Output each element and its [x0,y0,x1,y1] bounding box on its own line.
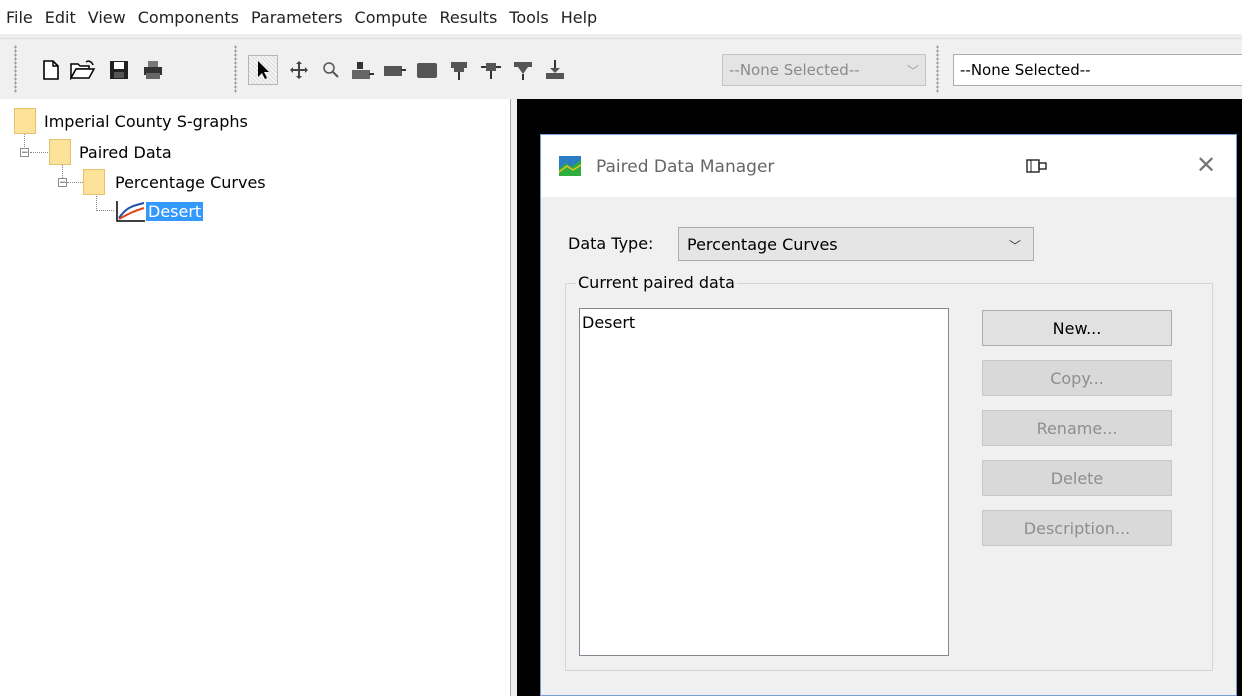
menu-tools[interactable]: Tools [503,8,554,27]
toolbar: --None Selected-- ﹀ --None Selected-- [0,38,1242,99]
reach-icon [384,66,406,76]
print-button[interactable] [138,55,168,85]
toolbar-grip-3[interactable] [936,45,939,93]
chevron-down-icon: ﹀ [906,64,919,78]
junction-tool-button[interactable] [444,55,474,85]
description-button[interactable]: Description... [982,510,1172,546]
run-select-value: --None Selected-- [960,61,1091,79]
collapse-icon[interactable]: − [20,147,29,157]
subbasin-tool-button[interactable] [348,55,378,85]
list-item[interactable]: Desert [580,309,948,332]
menu-components[interactable]: Components [132,8,245,27]
tree-node-label: Percentage Curves [115,172,266,192]
open-button[interactable] [68,55,98,85]
tree-node-desert[interactable]: Desert [116,199,204,223]
curve-chart-icon [116,201,145,222]
menu-bar: File Edit View Components Parameters Com… [0,0,1242,34]
rename-button[interactable]: Rename... [982,410,1172,446]
chevron-down-icon: ﹀ [1008,239,1021,253]
new-file-button[interactable] [36,55,66,85]
dialog-title: Paired Data Manager [596,157,775,177]
print-icon [144,61,162,79]
tree-node-label: Paired Data [79,142,172,162]
reach-tool-button[interactable] [380,55,410,85]
sink-tool-button[interactable] [508,55,538,85]
select-arrow-icon [258,61,269,79]
delete-button[interactable]: Delete [982,460,1172,496]
data-type-label: Data Type: [568,234,654,253]
pan-tool-button[interactable] [284,55,314,85]
reservoir-icon [417,63,437,78]
data-type-select[interactable]: Percentage Curves ﹀ [678,227,1034,261]
copy-button[interactable]: Copy... [982,360,1172,396]
hms-app-icon [559,156,581,176]
paired-data-list[interactable]: Desert [579,308,949,656]
save-button[interactable] [104,55,134,85]
select-tool-button[interactable] [248,55,278,85]
menu-file[interactable]: File [0,8,39,27]
group-title: Current paired data [576,273,737,292]
menu-help[interactable]: Help [555,8,603,27]
watershed-explorer-tree: Imperial County S-graphs − Paired Data −… [0,99,511,696]
collapse-icon[interactable]: − [58,177,67,187]
sink-icon [514,62,532,80]
run-select-combo[interactable]: --None Selected-- [953,54,1242,86]
dialog-titlebar[interactable]: Paired Data Manager ✕ [541,135,1236,197]
paired-data-manager-dialog: Paired Data Manager ✕ Data Type: Percent… [540,134,1237,696]
junction-icon [451,62,467,80]
close-icon[interactable]: ✕ [1196,151,1216,179]
subbasin-icon [352,62,374,79]
data-type-value: Percentage Curves [687,234,838,254]
zoom-tool-button[interactable] [316,55,346,85]
reservoir-tool-button[interactable] [412,55,442,85]
tree-node-percentage-curves[interactable]: − Percentage Curves [58,169,266,195]
source-icon [546,60,564,79]
menu-view[interactable]: View [82,8,132,27]
new-file-icon [43,60,59,80]
pan-icon [290,61,308,79]
tree-node-root[interactable]: Imperial County S-graphs [14,108,248,134]
diversion-tool-button[interactable] [476,55,506,85]
tree-connector [96,210,114,212]
open-folder-icon [70,60,96,80]
tree-node-label: Imperial County S-graphs [44,111,248,131]
folder-icon [49,139,71,165]
menu-parameters[interactable]: Parameters [245,8,349,27]
menu-results[interactable]: Results [434,8,504,27]
diversion-icon [481,63,501,79]
folder-icon [83,169,105,195]
tree-node-label: Desert [146,201,204,221]
source-tool-button[interactable] [540,55,570,85]
save-icon [110,61,128,79]
new-button[interactable]: New... [982,310,1172,346]
folder-icon [14,108,36,134]
restore-window-icon[interactable] [1026,159,1048,173]
zoom-icon [323,62,339,78]
menu-edit[interactable]: Edit [39,8,82,27]
current-paired-data-group: Current paired data Desert New... Copy..… [565,273,1213,671]
toolbar-grip[interactable] [14,45,17,93]
menu-compute[interactable]: Compute [349,8,434,27]
tree-node-paired-data[interactable]: − Paired Data [20,139,172,165]
element-select-value: --None Selected-- [729,61,860,79]
toolbar-grip-2[interactable] [234,45,237,93]
element-select-combo[interactable]: --None Selected-- ﹀ [722,54,926,86]
